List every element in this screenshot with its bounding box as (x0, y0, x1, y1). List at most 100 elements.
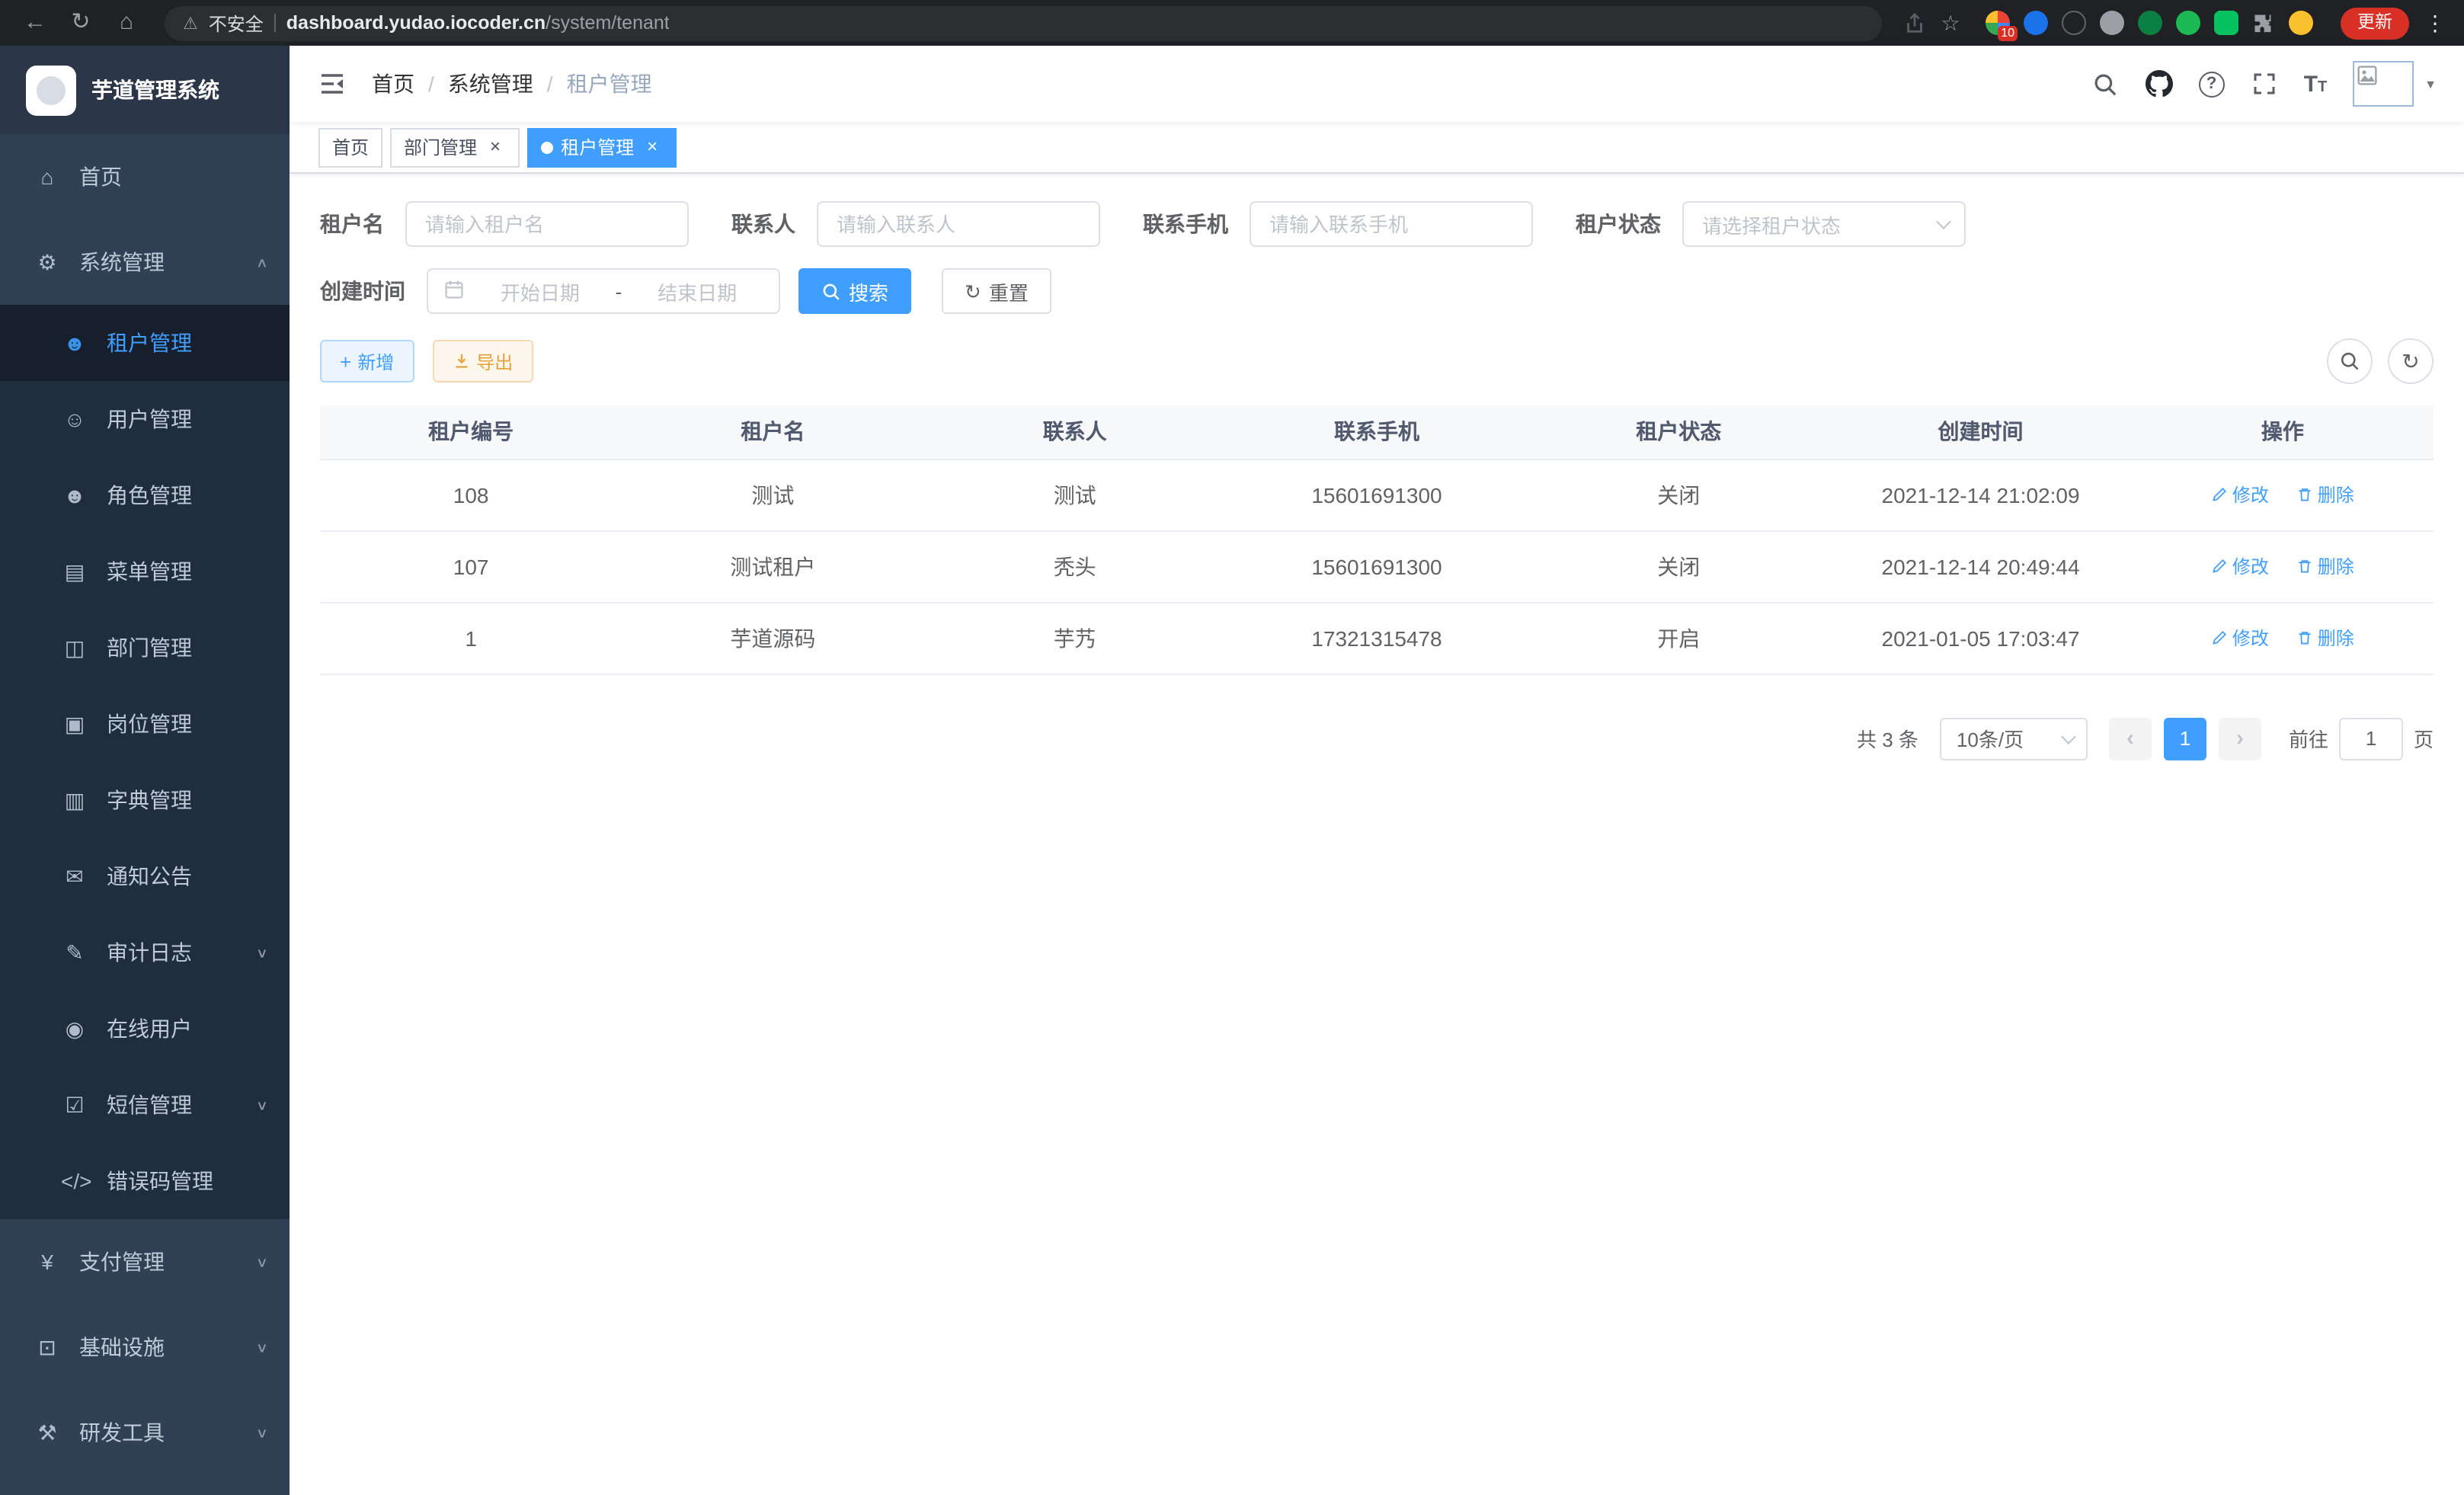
browser-menu-icon[interactable]: ⋮ (2421, 10, 2449, 36)
refresh-table-button[interactable]: ↻ (2388, 338, 2434, 384)
status-select[interactable]: 请选择租户状态 (1682, 201, 1966, 247)
tab-tenant[interactable]: 租户管理 × (527, 127, 677, 167)
profile-avatar-icon[interactable] (2289, 11, 2313, 35)
sidebar-item-pay[interactable]: ¥支付管理∨ (0, 1219, 290, 1305)
menu-devtool-icon: ⚒ (34, 1420, 61, 1445)
search-icon[interactable] (2092, 70, 2120, 98)
contact-input[interactable] (817, 201, 1100, 247)
extension-badge: 10 (1998, 26, 2018, 41)
menu-user-icon: ☺ (61, 407, 88, 431)
sidebar-item-tenant[interactable]: ☻租户管理 (0, 305, 290, 381)
address-bar[interactable]: ⚠ 不安全 dashboard.yudao.iocoder.cn/system/… (165, 5, 1882, 40)
delete-button[interactable]: 删除 (2296, 482, 2354, 507)
reset-button[interactable]: ↻ 重置 (942, 268, 1051, 314)
sidebar-item-system[interactable]: ⚙系统管理∧ (0, 219, 290, 305)
chrome-update-button[interactable]: 更新 (2341, 7, 2409, 39)
extension-icon-3[interactable] (2062, 11, 2086, 35)
next-page-button[interactable]: › (2219, 717, 2261, 760)
sidebar-item-errorcode[interactable]: </>错误码管理 (0, 1143, 290, 1219)
edit-button[interactable]: 修改 (2211, 625, 2269, 651)
close-icon[interactable]: × (642, 136, 663, 158)
tab-dept[interactable]: 部门管理× (390, 127, 520, 167)
extension-icon-1[interactable]: 10 (1986, 11, 2010, 35)
font-size-big: T (2304, 71, 2318, 97)
sidebar-item-infra[interactable]: ⊡基础设施∨ (0, 1305, 290, 1390)
breadcrumb-system[interactable]: 系统管理 (448, 69, 533, 99)
filter-phone: 联系手机 (1143, 201, 1533, 247)
app-logo-row[interactable]: 芋道管理系统 (0, 46, 290, 134)
sidebar-item-online-user[interactable]: ◉在线用户 (0, 991, 290, 1067)
delete-label: 删除 (2318, 625, 2354, 651)
close-icon[interactable]: × (485, 136, 506, 158)
sidebar-item-label: 角色管理 (107, 480, 192, 511)
cell-status: 关闭 (1528, 530, 1829, 602)
sidebar-item-dict[interactable]: ▥字典管理 (0, 762, 290, 838)
delete-button[interactable]: 删除 (2296, 553, 2354, 579)
date-range-picker[interactable]: 开始日期 - 结束日期 (427, 268, 780, 314)
search-button[interactable]: 搜索 (798, 268, 911, 314)
extension-icon-2[interactable] (2024, 11, 2048, 35)
extension-icon-4[interactable] (2100, 11, 2124, 35)
extensions-puzzle-icon[interactable] (2252, 11, 2275, 34)
user-avatar-menu[interactable]: ▼ (2353, 61, 2437, 107)
browser-toolbar: ← ↻ ⌂ ⚠ 不安全 dashboard.yudao.iocoder.cn/s… (0, 0, 2464, 46)
reload-icon[interactable]: ↻ (61, 5, 101, 41)
fullscreen-icon[interactable] (2251, 70, 2278, 98)
prev-page-button[interactable]: ‹ (2109, 717, 2152, 760)
table-header-row: 租户编号 租户名 联系人 联系手机 租户状态 创建时间 操作 (320, 405, 2434, 459)
font-size-icon[interactable]: TT (2304, 71, 2328, 97)
browser-home-icon[interactable]: ⌂ (107, 5, 146, 41)
cell-tenant-id: 108 (320, 459, 622, 530)
share-icon[interactable] (1900, 9, 1928, 37)
sidebar-item-label: 字典管理 (107, 785, 192, 815)
sidebar-item-user[interactable]: ☺用户管理 (0, 381, 290, 457)
sidebar-item-label: 部门管理 (107, 632, 192, 663)
github-icon[interactable] (2146, 70, 2173, 98)
chevron-down-icon (1936, 214, 1951, 229)
sidebar-item-home[interactable]: ⌂首页 (0, 134, 290, 219)
page-size-select[interactable]: 10条/页 (1940, 717, 2088, 760)
delete-button[interactable]: 删除 (2296, 625, 2354, 651)
sidebar-item-role[interactable]: ☻ 角色管理 (0, 457, 290, 533)
sidebar-item-post[interactable]: ▣岗位管理 (0, 686, 290, 762)
font-size-small: T (2318, 78, 2327, 95)
extension-icon-7[interactable] (2214, 11, 2238, 35)
plus-icon: + (340, 351, 351, 371)
export-button[interactable]: 导出 (432, 340, 533, 383)
goto-label: 前往 (2289, 724, 2328, 753)
cell-actions: 修改 删除 (2132, 602, 2434, 674)
sidebar-item-sms[interactable]: ☑短信管理∨ (0, 1067, 290, 1143)
cell-created: 2021-01-05 17:03:47 (1829, 602, 2131, 674)
extension-icon-5[interactable] (2138, 11, 2162, 35)
back-icon[interactable]: ← (15, 5, 55, 41)
sidebar-item-audit-log[interactable]: ✎审计日志∨ (0, 914, 290, 991)
toggle-search-button[interactable] (2327, 338, 2373, 384)
hamburger-icon[interactable] (317, 69, 347, 99)
url-domain: dashboard.yudao.iocoder.cn (286, 12, 546, 34)
help-icon[interactable]: ? (2199, 71, 2225, 97)
tab-home[interactable]: 首页 (318, 127, 382, 167)
edit-button[interactable]: 修改 (2211, 553, 2269, 579)
current-page-button[interactable]: 1 (2164, 717, 2206, 760)
app-title: 芋道管理系统 (91, 75, 219, 105)
sidebar-item-devtools[interactable]: ⚒研发工具∨ (0, 1390, 290, 1475)
tab-label: 租户管理 (561, 134, 634, 160)
edit-button[interactable]: 修改 (2211, 482, 2269, 507)
menu-sms-icon: ☑ (61, 1092, 88, 1118)
start-date-placeholder: 开始日期 (474, 277, 606, 306)
cell-tenant-name: 芋道源码 (622, 602, 923, 674)
breadcrumb-home[interactable]: 首页 (372, 69, 414, 99)
sidebar-item-label: 首页 (79, 162, 122, 192)
goto-page-input[interactable] (2339, 717, 2403, 760)
extension-icon-6[interactable] (2176, 11, 2200, 35)
tenant-name-input[interactable] (405, 201, 689, 247)
menu-role-icon: ☻ (61, 483, 88, 507)
add-button[interactable]: + 新增 (320, 340, 414, 383)
sidebar-item-notice[interactable]: ✉通知公告 (0, 838, 290, 914)
url-text: dashboard.yudao.iocoder.cn/system/tenant (286, 12, 670, 34)
tab-label: 首页 (332, 134, 369, 160)
sidebar-item-menu[interactable]: ▤菜单管理 (0, 533, 290, 610)
bookmark-star-icon[interactable]: ☆ (1934, 10, 1967, 36)
sidebar-item-dept[interactable]: ◫部门管理 (0, 610, 290, 686)
phone-input[interactable] (1250, 201, 1533, 247)
